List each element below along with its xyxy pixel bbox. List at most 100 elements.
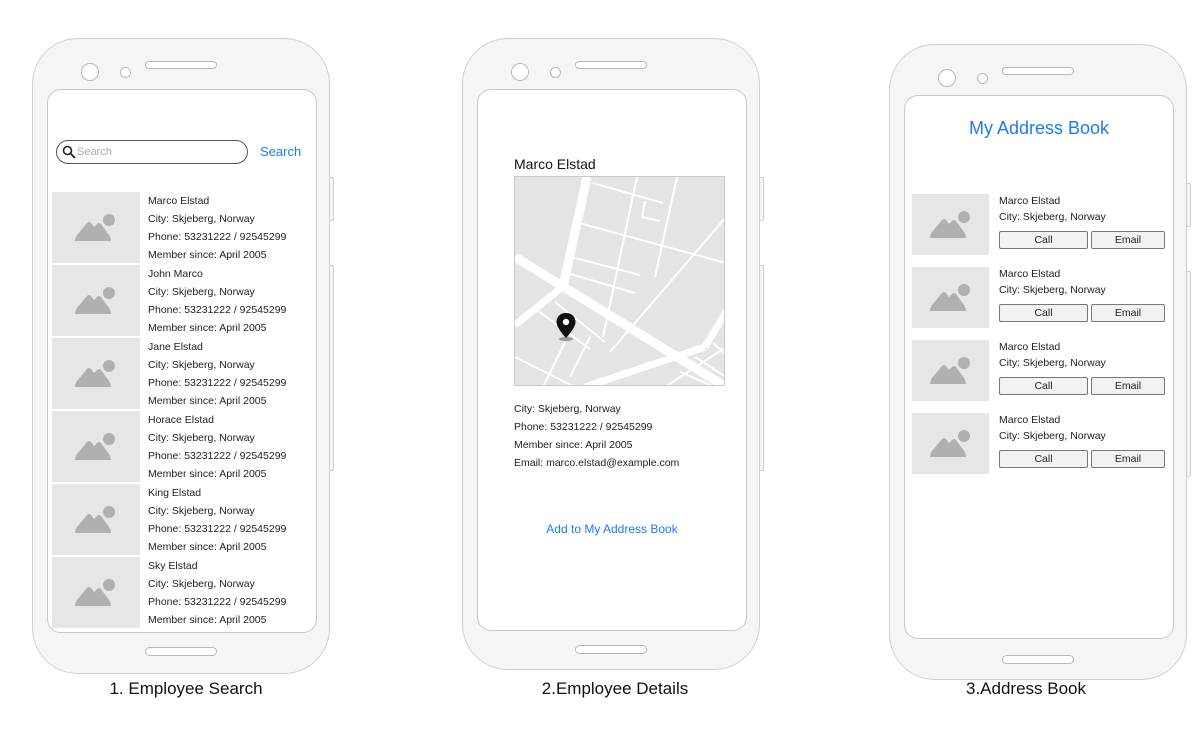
email-button[interactable]: Email [1091, 304, 1165, 322]
employee-name: Jane Elstad [148, 341, 203, 353]
employee-info: Horace Elstad City: Skjeberg, Norway Phone… [148, 411, 286, 483]
volume-button [760, 177, 764, 221]
home-bar[interactable] [1002, 655, 1074, 664]
sensor-icon [120, 67, 131, 78]
search-input[interactable] [77, 144, 237, 160]
employee-city: City: Skjeberg, Norway [148, 213, 255, 225]
employee-photo [52, 411, 140, 482]
contact-list-item: Marco Elstad City: Skjeberg, Norway Call Em… [912, 194, 1173, 256]
employee-info: John Marco City: Skjeberg, Norway Phone: 5… [148, 265, 286, 337]
volume-button [330, 177, 334, 221]
city-text: City: Skjeberg, Norway [514, 403, 621, 415]
employee-list-item[interactable]: Sky Elstad City: Skjeberg, Norway Phone: 5… [52, 557, 316, 629]
caption-employee-search: 1. Employee Search [109, 679, 263, 698]
employee-phone: Phone: 53231222 / 92545299 [148, 231, 287, 243]
power-button [330, 265, 334, 471]
power-button [1187, 271, 1191, 477]
contact-city: City: Skjeberg, Norway [999, 357, 1106, 369]
contact-city: City: Skjeberg, Norway [999, 430, 1106, 442]
contact-name: Marco Elstad [999, 195, 1061, 207]
employee-city: City: Skjeberg, Norway [148, 505, 255, 517]
call-button[interactable]: Call [999, 450, 1088, 468]
location-map[interactable] [514, 176, 725, 386]
employee-member-since: Member since: April 2005 [148, 614, 267, 626]
employee-member-since: Member since: April 2005 [148, 468, 267, 480]
image-placeholder-icon [929, 356, 970, 384]
front-camera-icon [81, 63, 99, 81]
employee-member-since: Member since: April 2005 [148, 322, 267, 334]
email-button[interactable]: Email [1091, 231, 1165, 249]
sensor-icon [550, 67, 561, 78]
phone-address-book: My Address Book Marco Elstad City: Skjebe… [889, 44, 1191, 680]
employee-name: John Marco [148, 268, 203, 280]
contact-name: Marco Elstad [999, 341, 1061, 353]
employee-member-since: Member since: April 2005 [148, 249, 267, 261]
employee-name: King Elstad [148, 487, 202, 499]
screen: Marco Elstad City: Skjeberg, Norway Phon… [477, 89, 747, 631]
front-camera-icon [938, 69, 956, 87]
employee-photo [52, 557, 140, 628]
screen: Search Marco Elstad City: Skjeberg, Norwa… [47, 89, 317, 633]
employee-list-item[interactable]: Jane Elstad City: Skjeberg, Norway Phone: … [52, 338, 316, 410]
search-button[interactable]: Search [260, 144, 301, 159]
call-button[interactable]: Call [999, 231, 1088, 249]
image-placeholder-icon [75, 359, 115, 387]
contact-name: Marco Elstad [999, 414, 1061, 426]
email-button[interactable]: Email [1091, 377, 1165, 395]
employee-name: Sky Elstad [148, 560, 198, 572]
volume-button [1187, 183, 1191, 227]
employee-list-item[interactable]: Horace Elstad City: Skjeberg, Norway Phone… [52, 411, 316, 483]
phone-employee-search: Search Marco Elstad City: Skjeberg, Norwa… [32, 38, 334, 674]
search-field[interactable] [56, 140, 248, 164]
employee-name: Marco Elstad [514, 156, 596, 172]
speaker-grille [145, 61, 217, 69]
employee-name: Horace Elstad [148, 414, 214, 426]
search-icon [62, 145, 76, 159]
call-button[interactable]: Call [999, 377, 1088, 395]
email-button[interactable]: Email [1091, 450, 1165, 468]
employee-city: City: Skjeberg, Norway [148, 578, 255, 590]
image-placeholder-icon [75, 432, 115, 460]
image-placeholder-icon [929, 210, 970, 238]
home-bar[interactable] [145, 647, 217, 656]
contact-city: City: Skjeberg, Norway [999, 211, 1106, 223]
employee-phone: Phone: 53231222 / 92545299 [148, 450, 287, 462]
employee-info: King Elstad City: Skjeberg, Norway Phone: … [148, 484, 286, 556]
call-button[interactable]: Call [999, 304, 1088, 322]
contact-photo [912, 267, 989, 328]
contact-list-item: Marco Elstad City: Skjeberg, Norway Call Em… [912, 267, 1173, 329]
screen: My Address Book Marco Elstad City: Skjebe… [904, 95, 1174, 639]
employee-phone: Phone: 53231222 / 92545299 [148, 304, 287, 316]
employee-info: Sky Elstad City: Skjeberg, Norway Phone: 5… [148, 557, 286, 629]
employee-phone: Phone: 53231222 / 92545299 [148, 377, 287, 389]
contact-photo [912, 413, 989, 474]
image-placeholder-icon [929, 283, 970, 311]
employee-list-item[interactable]: King Elstad City: Skjeberg, Norway Phone: … [52, 484, 316, 556]
image-placeholder-icon [75, 505, 115, 533]
employee-phone: Phone: 53231222 / 92545299 [148, 523, 287, 535]
employee-info: Jane Elstad City: Skjeberg, Norway Phone: … [148, 338, 286, 410]
home-bar[interactable] [575, 645, 647, 654]
employee-photo [52, 338, 140, 409]
employee-city: City: Skjeberg, Norway [148, 286, 255, 298]
employee-photo [52, 192, 140, 263]
employee-name: Marco Elstad [148, 195, 210, 207]
employee-phone: Phone: 53231222 / 92545299 [148, 596, 287, 608]
image-placeholder-icon [75, 578, 115, 606]
phone-text: Phone: 53231222 / 92545299 [514, 421, 653, 433]
email-text: Email: marco.elstad@example.com [514, 457, 680, 469]
employee-details: City: Skjeberg, Norway Phone: 53231222 /… [514, 400, 679, 472]
image-placeholder-icon [75, 286, 115, 314]
employee-list-item[interactable]: John Marco City: Skjeberg, Norway Phone: 5… [52, 265, 316, 337]
employee-member-since: Member since: April 2005 [148, 395, 267, 407]
employee-city: City: Skjeberg, Norway [148, 432, 255, 444]
map-streets [515, 177, 724, 385]
member-since-text: Member since: April 2005 [514, 439, 633, 451]
employee-city: City: Skjeberg, Norway [148, 359, 255, 371]
contact-city: City: Skjeberg, Norway [999, 284, 1106, 296]
phone-employee-details: Marco Elstad City: Skjeberg, Norway Phon… [462, 38, 764, 670]
employee-list-item[interactable]: Marco Elstad City: Skjeberg, Norway Phone:… [52, 192, 316, 264]
map-pin-icon[interactable] [555, 312, 577, 342]
add-to-address-book-button[interactable]: Add to My Address Book [478, 522, 746, 536]
image-placeholder-icon [929, 429, 970, 457]
